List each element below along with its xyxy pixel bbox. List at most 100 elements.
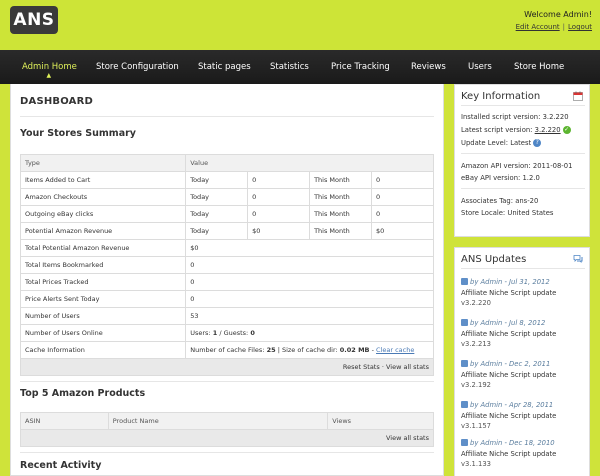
nav-static-pages[interactable]: Static pages <box>198 50 251 84</box>
nav-reviews[interactable]: Reviews <box>411 50 446 84</box>
store-locale: Store Locale: United States <box>461 209 553 217</box>
update-item[interactable]: by Admin - Jul 31, 2012 Affiliate Niche … <box>461 278 585 307</box>
row-value: 0 <box>185 256 434 274</box>
update-label: Update Level: <box>461 139 509 147</box>
cache-size-value: 0.02 MB <box>339 346 370 354</box>
logout-link[interactable]: Logout <box>568 23 592 31</box>
row-type: Cache Information <box>19 341 187 359</box>
guests-count: 0 <box>250 329 255 337</box>
today-label: Today <box>185 222 249 240</box>
view-all-stats-link[interactable]: View all stats <box>386 363 429 371</box>
users-count: 1 <box>212 329 218 337</box>
table-row: Price Alerts Sent Today 0 <box>19 290 434 308</box>
column-header: Value <box>185 154 434 172</box>
nav-price-tracking[interactable]: Price Tracking <box>331 50 390 84</box>
header: ANS Welcome Admin! Edit Account | Logout <box>0 0 600 50</box>
logo[interactable]: ANS <box>10 6 58 34</box>
today-value: 0 <box>247 188 311 206</box>
update-meta: by Admin - Jul 31, 2012 <box>470 278 550 286</box>
view-all-stats-link[interactable]: View all stats <box>386 434 429 442</box>
recent-activity-title: Recent Activity <box>20 460 102 471</box>
update-version: v3.1.157 <box>461 422 491 430</box>
update-level: Update Level: Latest? <box>461 139 542 147</box>
edit-account-link[interactable]: Edit Account <box>516 23 560 31</box>
latest-version: Latest script version: 3.2.220 ✓ <box>461 126 571 134</box>
row-value: $0 <box>185 239 434 257</box>
month-label: This Month <box>309 171 373 189</box>
welcome-area: Welcome Admin! Edit Account | Logout <box>516 10 592 31</box>
help-icon[interactable]: ? <box>533 139 542 147</box>
latest-label: Latest script version: <box>461 126 533 134</box>
divider <box>20 381 434 382</box>
key-info-box: Key Information Installed script version… <box>454 84 590 237</box>
row-type: Amazon Checkouts <box>19 188 187 206</box>
update-value: Latest <box>510 139 532 147</box>
ebay-api-label: eBay API version: <box>461 174 521 182</box>
news-icon <box>461 401 468 408</box>
summary-title: Your Stores Summary <box>20 128 136 139</box>
row-type: Total Potential Amazon Revenue <box>19 239 187 257</box>
news-icon <box>461 278 468 285</box>
users-label: Users: <box>190 329 211 337</box>
news-icon <box>461 360 468 367</box>
month-label: This Month <box>309 188 373 206</box>
update-item[interactable]: by Admin - Apr 28, 2011 Affiliate Niche … <box>461 401 585 430</box>
nav-store-configuration[interactable]: Store Configuration <box>96 50 179 84</box>
table-row: Total Prices Tracked 0 <box>19 273 434 291</box>
month-label: This Month <box>309 222 373 240</box>
nav-users[interactable]: Users <box>468 50 492 84</box>
updates-title: ANS Updates <box>461 254 527 265</box>
month-label: This Month <box>309 205 373 223</box>
ebay-api-version: eBay API version: 1.2.0 <box>461 174 540 182</box>
month-value: 0 <box>371 205 434 223</box>
welcome-text: Welcome Admin! <box>524 10 592 19</box>
nav-label: Admin Home <box>22 62 77 72</box>
update-item[interactable]: by Admin - Jul 8, 2012 Affiliate Niche S… <box>461 319 585 348</box>
row-value: Users: 1 / Guests: 0 <box>185 324 434 342</box>
column-header: Product Name <box>107 412 329 430</box>
nav-admin-home[interactable]: Admin Home ▲ <box>22 50 77 84</box>
amazon-api-version: Amazon API version: 2011-08-01 <box>461 162 572 170</box>
update-item[interactable]: by Admin - Dec 18, 2010 Affiliate Niche … <box>461 439 585 468</box>
reset-stats-link[interactable]: Reset Stats <box>343 363 380 371</box>
page-title: DASHBOARD <box>20 96 94 107</box>
guests-label: / Guests: <box>219 329 249 337</box>
row-value: 0 <box>185 273 434 291</box>
row-type: Price Alerts Sent Today <box>19 290 187 308</box>
month-value: 0 <box>371 188 434 206</box>
divider <box>461 268 585 269</box>
table-header-row: Type Value <box>19 154 434 172</box>
table-row: Total Items Bookmarked 0 <box>19 256 434 274</box>
calendar-icon <box>573 91 583 101</box>
column-header: Views <box>327 412 434 430</box>
cache-files-count: 25 <box>266 346 276 354</box>
key-info-title: Key Information <box>461 91 541 102</box>
ebay-api-value: 1.2.0 <box>522 174 540 182</box>
main-nav: Admin Home ▲ Store Configuration Static … <box>0 50 600 84</box>
table-row: Number of Users 53 <box>19 307 434 325</box>
row-type: Total Items Bookmarked <box>19 256 187 274</box>
divider <box>20 116 434 117</box>
clear-cache-link[interactable]: Clear cache <box>376 346 414 354</box>
row-type: Number of Users <box>19 307 187 325</box>
update-version: v3.2.220 <box>461 299 491 307</box>
row-type: Outgoing eBay clicks <box>19 205 187 223</box>
latest-value-link[interactable]: 3.2.220 <box>535 126 561 134</box>
top5-title: Top 5 Amazon Products <box>20 388 146 399</box>
table-footer-row: Reset Stats · View all stats <box>20 358 434 376</box>
update-title: Affiliate Niche Script update <box>461 289 557 297</box>
table-header-row: ASIN Product Name Views <box>20 412 434 430</box>
amazon-api-label: Amazon API version: <box>461 162 531 170</box>
nav-store-home[interactable]: Store Home <box>514 50 564 84</box>
update-title: Affiliate Niche Script update <box>461 330 557 338</box>
summary-table: Type Value Items Added to Cart Today 0 T… <box>19 154 434 376</box>
row-type: Number of Users Online <box>19 324 187 342</box>
update-item[interactable]: by Admin - Dec 2, 2011 Affiliate Niche S… <box>461 360 585 389</box>
row-value: 0 <box>185 290 434 308</box>
update-version: v3.2.192 <box>461 381 491 389</box>
table-row: Number of Users Online Users: 1 / Guests… <box>19 324 434 342</box>
row-type: Total Prices Tracked <box>19 273 187 291</box>
nav-statistics[interactable]: Statistics <box>270 50 309 84</box>
table-footer-row: View all stats <box>20 429 434 447</box>
today-value: 0 <box>247 205 311 223</box>
